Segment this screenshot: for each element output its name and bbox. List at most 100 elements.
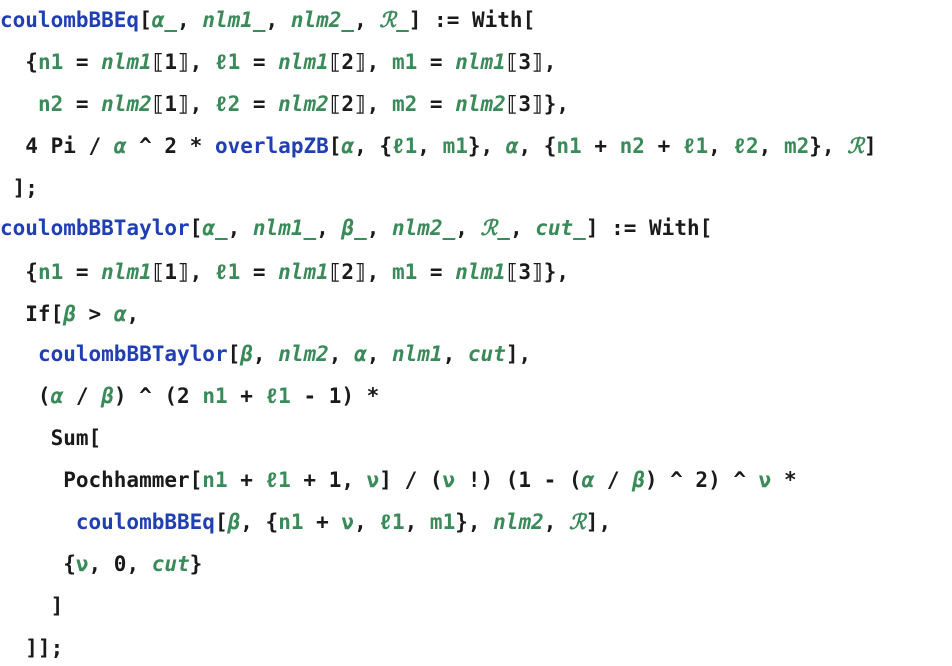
code-token: ] / ( — [379, 468, 443, 492]
code-token: + — [227, 384, 266, 408]
code-token: ν — [75, 552, 89, 576]
code-token: , — [366, 342, 393, 366]
code-token: ℛ — [847, 134, 864, 158]
code-token: m1 — [391, 260, 418, 284]
code-token: = — [240, 260, 279, 284]
code-token: , — [404, 510, 430, 534]
code-token: n1 — [37, 260, 64, 284]
code-token: > — [75, 302, 114, 326]
code-token: ⟦1⟧, — [151, 260, 215, 284]
code-line: {n1 = nlm1⟦1⟧, ℓ1 = nlm1⟦2⟧, m1 = nlm1⟦3… — [0, 258, 569, 286]
code-token: + — [644, 134, 683, 158]
code-token: , — [227, 216, 253, 240]
code-line: {n1 = nlm1⟦1⟧, ℓ1 = nlm1⟦2⟧, m1 = nlm1⟦3… — [0, 48, 556, 76]
code-token: ℛ_ — [379, 8, 409, 32]
code-token: [ — [328, 134, 342, 158]
code-line: If[β > α, — [0, 300, 139, 328]
code-token: [ — [227, 342, 241, 366]
code-token: n1 — [202, 384, 228, 408]
code-token: ν — [366, 468, 380, 492]
code-cell[interactable]: coulombBBEq[α_, nlm1_, nlm2_, ℛ_] := Wit… — [0, 0, 952, 666]
code-token: { — [0, 260, 38, 284]
code-token: Pochhammer[ — [0, 468, 203, 492]
code-token: β — [227, 510, 241, 534]
code-token: , — [417, 134, 443, 158]
code-token: , 0, — [88, 552, 152, 576]
code-token: = — [417, 92, 456, 116]
code-line: coulombBBTaylor[β, nlm2, α, nlm1, cut], — [0, 340, 531, 368]
code-token: α_ — [202, 216, 228, 240]
code-token: β_ — [341, 216, 367, 240]
code-token: , — [354, 8, 380, 32]
code-token: nlm1_ — [252, 216, 317, 240]
code-token: n2 — [37, 92, 64, 116]
code-token: n1 — [37, 50, 64, 74]
code-token: α — [50, 384, 64, 408]
code-token: ^ 2 * — [126, 134, 215, 158]
code-token: ⟦3⟧}, — [505, 92, 569, 116]
code-token: ν — [758, 468, 772, 492]
code-token: [ — [139, 8, 152, 32]
code-token: β — [63, 302, 76, 326]
code-token: β — [632, 468, 645, 492]
code-token: ℓ1 — [214, 50, 241, 74]
code-line: n2 = nlm2⟦1⟧, ℓ2 = nlm2⟦2⟧, m2 = nlm2⟦3⟧… — [0, 90, 569, 118]
code-token: + 1, — [290, 468, 367, 492]
code-token: ⟦2⟧, — [328, 260, 392, 284]
code-token: nlm1 — [278, 50, 329, 74]
code-token: , — [442, 342, 468, 366]
code-token: overlapZB — [214, 134, 329, 158]
code-token: = — [63, 92, 102, 116]
code-token: = — [417, 50, 456, 74]
code-token: [ — [699, 216, 713, 240]
code-token: nlm1_ — [202, 8, 266, 32]
code-line: Pochhammer[n1 + ℓ1 + 1, ν] / (ν !) (1 - … — [0, 466, 796, 494]
code-token: , — [758, 134, 784, 158]
code-token: / — [63, 384, 102, 408]
code-line: 4 Pi / α ^ 2 * overlapZB[α, {ℓ1, m1}, α,… — [0, 132, 876, 160]
code-line: Sum[ — [0, 424, 102, 452]
code-token: cut — [151, 552, 190, 576]
code-token: ]; — [0, 176, 38, 200]
code-token: , { — [518, 134, 557, 158]
code-token: nlm2 — [101, 92, 152, 116]
code-token: nlm1 — [392, 342, 443, 366]
code-line: coulombBBTaylor[α_, nlm1_, β_, nlm2_, ℛ_… — [0, 214, 712, 242]
code-token: , — [708, 134, 734, 158]
code-token: cut_ — [535, 216, 586, 240]
code-token: With — [471, 8, 523, 32]
code-token: cut — [467, 342, 506, 366]
code-token: β — [240, 342, 253, 366]
code-token: ] := — [408, 8, 472, 32]
code-token: ) ^ 2) ^ — [644, 468, 759, 492]
code-token: ℛ_ — [480, 216, 510, 240]
code-token: α — [341, 134, 355, 158]
code-token: α_ — [151, 8, 178, 32]
code-token: , — [509, 216, 536, 240]
code-token: ℓ2 — [733, 134, 759, 158]
code-token: }, — [455, 510, 494, 534]
code-token: , { — [354, 134, 393, 158]
code-token: [ — [522, 8, 536, 32]
code-token: 4 Pi / — [0, 134, 114, 158]
code-token: nlm1 — [278, 260, 329, 284]
code-token: { — [0, 50, 38, 74]
code-token: , — [126, 302, 140, 326]
code-token: ] := — [585, 216, 650, 240]
code-token: n1 — [278, 510, 304, 534]
code-token: ℓ1 — [682, 134, 709, 158]
code-token: ⟦2⟧, — [328, 50, 392, 74]
code-token: nlm1 — [455, 50, 506, 74]
code-token: nlm1 — [101, 260, 152, 284]
code-token: nlm2 — [278, 92, 329, 116]
code-token: , — [455, 216, 481, 240]
code-token: If[ — [0, 302, 64, 326]
code-token: m1 — [429, 510, 456, 534]
code-token: , — [252, 342, 279, 366]
code-token: , — [328, 342, 355, 366]
code-token: nlm2 — [278, 342, 329, 366]
code-token: ], — [585, 510, 612, 534]
